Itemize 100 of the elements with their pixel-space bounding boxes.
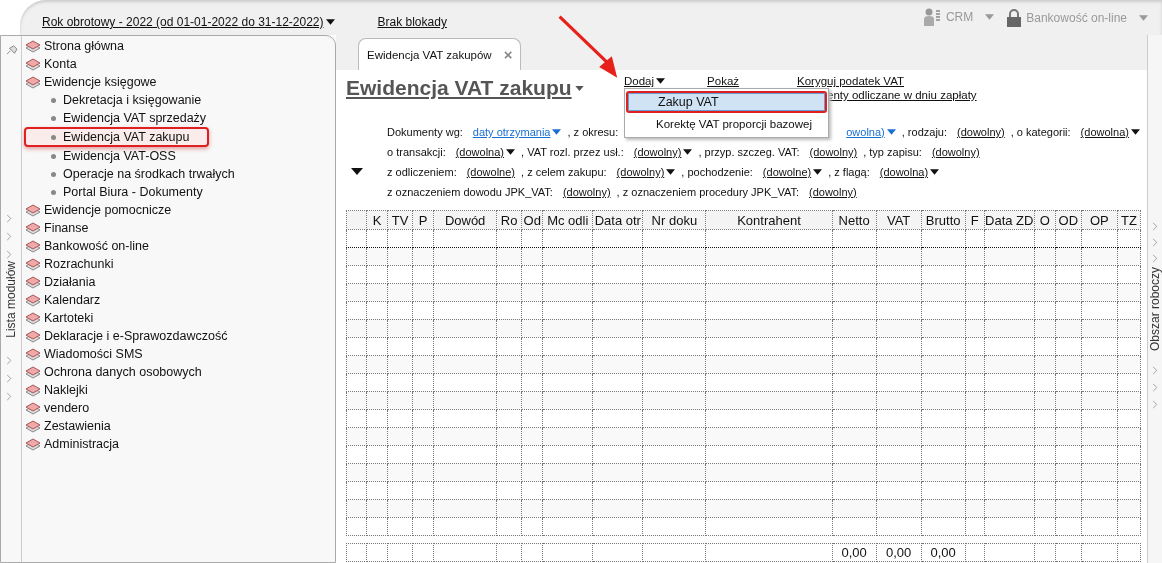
action-link[interactable]: Dodaj xyxy=(624,75,666,87)
sidebar-subitem[interactable]: Ewidencja VAT zakupu xyxy=(24,127,210,147)
column-header[interactable]: TZ xyxy=(1117,210,1141,230)
sidebar-item[interactable]: Konta xyxy=(22,55,77,73)
sidebar-item[interactable]: Kalendarz xyxy=(22,291,101,309)
column-header[interactable]: Mc odli xyxy=(542,210,593,230)
sidebar-item[interactable]: Bankowość on-line xyxy=(22,237,149,255)
collapse-icon[interactable] xyxy=(351,168,363,175)
column-header[interactable]: O xyxy=(1034,210,1056,230)
book-icon xyxy=(25,418,41,434)
column-header[interactable]: F xyxy=(965,210,985,230)
sidebar-item[interactable]: Deklaracje i e-Sprawozdawczość xyxy=(22,327,228,345)
pin-icon[interactable] xyxy=(6,45,18,55)
workspace-label: Obszar roboczy xyxy=(1148,267,1162,352)
filter-label: Dokumenty wg: xyxy=(387,126,463,138)
close-icon[interactable]: × xyxy=(503,46,513,63)
column-header[interactable]: Data otr xyxy=(592,210,643,230)
sidebar-item[interactable]: Wiadomości SMS xyxy=(22,345,143,363)
filter-value[interactable]: (dowolna) xyxy=(455,146,515,158)
tab[interactable]: Ewidencja VAT zakupów × xyxy=(358,38,522,70)
book-icon xyxy=(25,74,41,90)
filter-value[interactable]: (dowolny) xyxy=(809,146,858,158)
column-header[interactable]: TV xyxy=(387,210,413,230)
book-icon xyxy=(25,238,41,254)
lock-status-link[interactable]: Brak blokady xyxy=(377,15,447,29)
filter-value[interactable]: (dowolna) xyxy=(1080,126,1140,138)
caret-icon xyxy=(325,19,335,25)
column-header[interactable]: Brutto xyxy=(921,210,966,230)
sidebar-item[interactable]: Ochrona danych osobowych xyxy=(22,363,202,381)
sidebar-subitem[interactable]: Ewidencja VAT-OSS xyxy=(22,147,184,165)
column-header[interactable]: Netto xyxy=(832,210,877,230)
filter-label: , VAT rozl. przez usł.: xyxy=(521,146,624,158)
book-icon xyxy=(25,346,41,362)
column-header[interactable]: OD xyxy=(1055,210,1082,230)
filter-value[interactable]: (dowolny) xyxy=(562,186,611,198)
caret-icon xyxy=(683,149,693,155)
column-header[interactable]: Od xyxy=(521,210,543,230)
column-header[interactable]: Data ZD xyxy=(984,210,1035,230)
column-header[interactable]: K xyxy=(366,210,388,230)
filter-value[interactable]: (dowolne) xyxy=(762,166,823,178)
sidebar-item[interactable]: Finanse xyxy=(22,219,89,237)
filter-label: z oznaczeniem dowodu JPK_VAT: xyxy=(387,186,553,198)
sidebar-item[interactable]: Kartoteki xyxy=(22,309,94,327)
action-link[interactable]: Koryguj podatek VAT xyxy=(797,75,904,87)
filter-value[interactable]: daty otrzymania xyxy=(472,126,562,138)
filter-label: z odliczeniem: xyxy=(387,166,457,178)
caret-icon xyxy=(813,169,823,175)
sidebar-item[interactable]: vendero xyxy=(22,399,90,417)
column-header[interactable]: P xyxy=(412,210,434,230)
sidebar-item[interactable]: Naklejki xyxy=(22,381,88,399)
page-title[interactable]: Ewidencja VAT zakupu xyxy=(346,70,624,101)
sidebar-subitem[interactable]: Portal Biura - Dokumenty xyxy=(22,183,211,201)
filter-value[interactable]: (dowolne) xyxy=(466,166,515,178)
filter-value[interactable]: (dowolna) xyxy=(879,166,940,178)
filter-value[interactable]: (dowolny) xyxy=(931,146,980,158)
book-icon xyxy=(25,328,41,344)
menu-item[interactable]: Zakup VAT xyxy=(626,91,827,113)
column-header[interactable]: Kontrahent xyxy=(705,210,833,230)
book-icon xyxy=(25,382,41,398)
caret-icon xyxy=(1139,15,1148,21)
sidebar-subitem[interactable]: Ewidencja VAT sprzedaży xyxy=(22,109,215,127)
sidebar-item[interactable]: Działania xyxy=(22,273,96,291)
column-header[interactable]: Dowód xyxy=(433,210,497,230)
filter-label: , typ zapisu: xyxy=(863,146,922,158)
column-header[interactable]: Nr doku xyxy=(642,210,706,230)
filter-label: , z flagą: xyxy=(828,166,870,178)
book-icon xyxy=(25,38,41,54)
book-icon xyxy=(25,202,41,218)
filter-value[interactable]: (dowolny) xyxy=(957,126,1005,138)
sidebar-item[interactable]: Ewidencje pomocnicze xyxy=(22,201,172,219)
year-selector[interactable]: Rok obrotowy - 2022 (od 01-01-2022 do 31-12-2022) xyxy=(42,15,335,29)
caret-icon xyxy=(506,149,515,155)
filter-label: , pochodzenie: xyxy=(681,166,753,178)
sidebar-item[interactable]: Rozrachunki xyxy=(22,255,114,273)
caret-icon xyxy=(985,14,995,20)
sidebar-subitem[interactable]: Operacje na środkach trwałych xyxy=(22,165,243,183)
sidebar-subitem[interactable]: Dekretacja i księgowanie xyxy=(22,91,210,109)
book-icon xyxy=(25,274,41,290)
person-list-icon xyxy=(921,7,942,27)
filter-value[interactable]: owolna) xyxy=(846,126,896,138)
filter-label: , przyp. szczeg. VAT: xyxy=(698,146,800,158)
filter-value[interactable]: (dowolny) xyxy=(616,166,676,178)
action-link[interactable]: Pokaż xyxy=(707,75,740,87)
caret-icon xyxy=(666,169,676,175)
book-icon xyxy=(25,292,41,308)
sidebar-item[interactable]: Ewidencje księgowe xyxy=(22,73,157,91)
filter-value[interactable]: (dowolny) xyxy=(809,186,857,198)
filter-label: , o kategorii: xyxy=(1010,126,1071,138)
sidebar-item[interactable]: Administracja xyxy=(22,435,120,453)
filter-label: , z celem zakupu: xyxy=(521,166,607,178)
menu-item[interactable]: Korektę VAT proporcji bazowej xyxy=(626,113,827,135)
total-value: 0,00 xyxy=(841,545,867,560)
filter-value[interactable]: (dowolny) xyxy=(633,146,693,158)
caret-icon xyxy=(886,129,896,135)
column-header[interactable]: VAT xyxy=(876,210,922,230)
sidebar-item[interactable]: Strona główna xyxy=(22,37,124,55)
column-header[interactable]: OP xyxy=(1081,210,1118,230)
sidebar-item[interactable]: Zestawienia xyxy=(22,417,111,435)
column-header[interactable]: Ro xyxy=(496,210,522,230)
filter-label: , z oznaczeniem procedury JPK_VAT: xyxy=(616,186,799,198)
